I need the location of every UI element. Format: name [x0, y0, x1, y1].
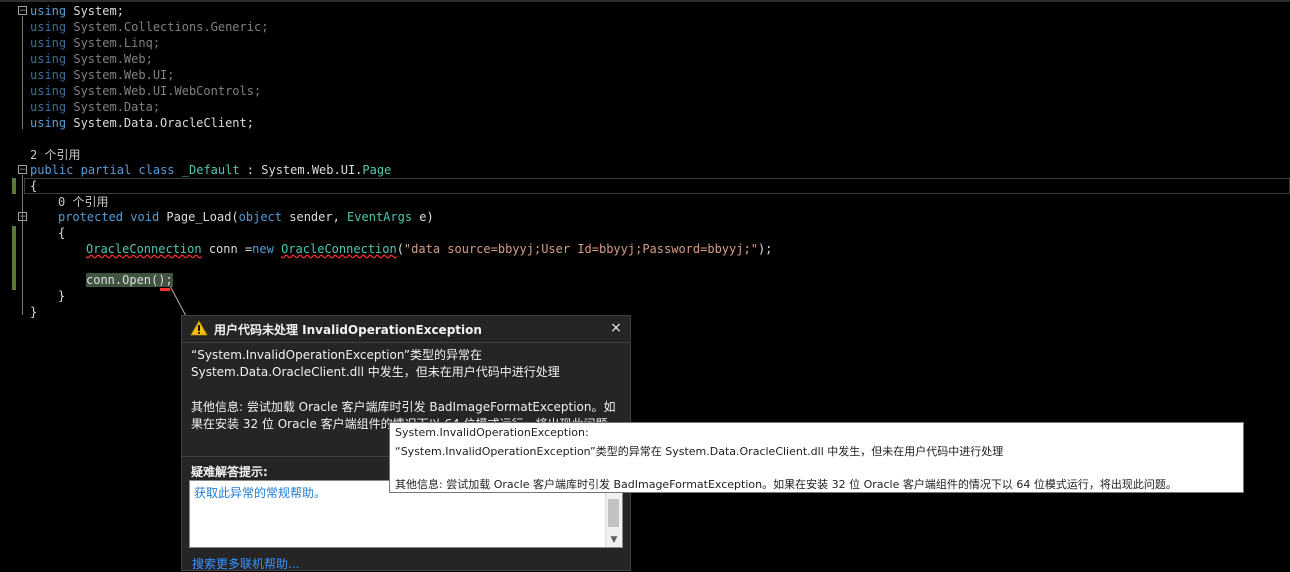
type-name: OracleConnection: [281, 242, 397, 256]
message-line: “System.InvalidOperationException”类型的异常在: [191, 348, 483, 362]
brace: }: [58, 289, 66, 303]
keyword: partial: [80, 163, 132, 177]
error-statement: conn.Open();: [86, 272, 173, 288]
punctuation: :: [239, 163, 262, 177]
code-line: using System.Collections.Generic;: [30, 19, 268, 35]
keyword: using: [30, 52, 67, 66]
tooltip-line: System.InvalidOperationException:: [395, 426, 589, 439]
namespace: System.Web;: [73, 52, 153, 66]
brace: }: [30, 305, 38, 319]
exception-title: 用户代码未处理 InvalidOperationException: [214, 323, 482, 337]
info-line: 其他信息: 尝试加载 Oracle 客户端库时引发 BadImageFormat…: [191, 400, 616, 414]
troubleshooting-label: 疑难解答提示:: [191, 465, 268, 479]
code-line: using System.Web.UI;: [30, 67, 175, 83]
search-online-help-link[interactable]: 搜索更多联机帮助...: [192, 555, 299, 572]
reference-count-link[interactable]: 0 个引用: [58, 194, 108, 210]
reference-count-link[interactable]: 2 个引用: [30, 147, 80, 163]
type-name: Page: [362, 163, 392, 177]
namespace: System.Data.OracleClient;: [73, 116, 254, 130]
method-declaration: protected void Page_Load(object sender, …: [58, 209, 434, 225]
tooltip-line: 其他信息: 尝试加载 Oracle 客户端库时引发 BadImageFormat…: [395, 478, 1177, 491]
exception-tooltip: System.InvalidOperationException: “Syste…: [389, 422, 1244, 493]
fold-collapse-icon[interactable]: −: [18, 6, 27, 16]
keyword: using: [30, 4, 67, 18]
brace: {: [30, 179, 38, 193]
fold-guide: [22, 222, 23, 230]
tooltip-line: “System.InvalidOperationException”类型的异常在…: [395, 445, 1004, 458]
namespace: System;: [73, 4, 124, 18]
change-marker: [12, 226, 16, 290]
keyword: using: [30, 116, 67, 130]
fold-guide: [22, 175, 23, 315]
class-declaration: public partial class _Default : System.W…: [30, 162, 391, 178]
namespace: System.Linq;: [73, 36, 161, 50]
code-line: using System;: [30, 3, 124, 19]
current-line-highlight: [24, 178, 1290, 194]
namespace: System.Web.UI;: [73, 68, 175, 82]
namespace: System.Web.UI.WebControls;: [73, 84, 262, 98]
exception-header: 用户代码未处理 InvalidOperationException ×: [182, 316, 630, 343]
string-literal: "data source=bbyyj;User Id=bbyyj;Passwor…: [403, 242, 758, 256]
exception-message: “System.InvalidOperationException”类型的异常在…: [191, 347, 621, 381]
type-name: OracleConnection: [86, 242, 202, 256]
editor-top-border: [0, 0, 1290, 2]
scroll-down-arrow-icon[interactable]: ▼: [606, 533, 622, 547]
variable: conn =: [201, 242, 253, 256]
punctuation: (: [396, 242, 404, 256]
namespace: System.Data;: [73, 100, 161, 114]
code-line: using System.Web.UI.WebControls;: [30, 83, 261, 99]
method-name: Page_Load(: [159, 210, 239, 224]
code-line: using System.Linq;: [30, 35, 160, 51]
keyword: object: [238, 210, 283, 224]
warning-icon: [190, 320, 208, 336]
keyword: using: [30, 68, 67, 82]
highlighted-call[interactable]: conn.Open();: [86, 273, 173, 287]
change-marker: [12, 178, 16, 194]
error-squiggle: [160, 288, 170, 291]
fold-guide: [22, 16, 23, 129]
punctuation: );: [757, 242, 773, 256]
message-line: System.Data.OracleClient.dll 中发生，但未在用户代码…: [191, 365, 560, 379]
keyword: void: [130, 210, 160, 224]
parameter: sender,: [282, 210, 348, 224]
parameter: e): [412, 210, 434, 224]
connection-statement: OracleConnection conn =new OracleConnect…: [86, 241, 772, 257]
brace: {: [58, 226, 66, 240]
keyword: class: [138, 163, 175, 177]
class-name: _Default: [181, 163, 240, 177]
code-line: using System.Data.OracleClient;: [30, 115, 254, 131]
keyword: using: [30, 36, 67, 50]
keyword: new: [252, 242, 274, 256]
keyword: using: [30, 84, 67, 98]
code-line: using System.Web;: [30, 51, 153, 67]
fold-collapse-icon[interactable]: −: [18, 165, 27, 175]
scroll-thumb[interactable]: [608, 499, 619, 527]
keyword: using: [30, 100, 67, 114]
namespace: System.Web.UI.: [261, 163, 363, 177]
keyword: using: [30, 20, 67, 34]
type-name: EventArgs: [347, 210, 413, 224]
keyword: protected: [58, 210, 124, 224]
general-help-link[interactable]: 获取此异常的常规帮助。: [194, 484, 326, 501]
close-button[interactable]: ×: [608, 319, 624, 337]
namespace: System.Collections.Generic;: [73, 20, 269, 34]
keyword: public: [30, 163, 74, 177]
code-line: using System.Data;: [30, 99, 160, 115]
